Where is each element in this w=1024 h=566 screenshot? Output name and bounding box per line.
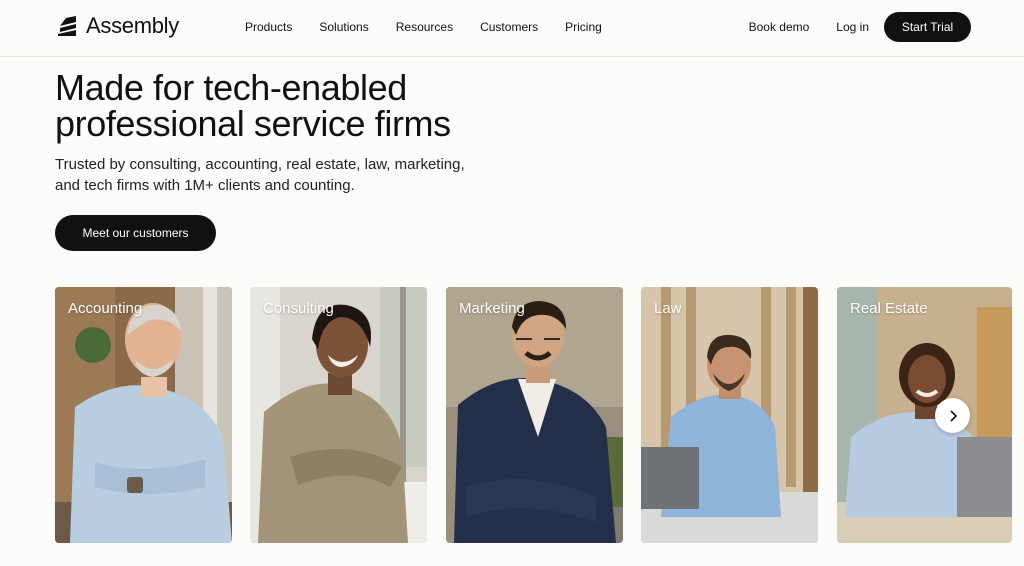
- nav-actions: Book demo Log in Start Trial: [749, 12, 971, 42]
- accounting-photo: [55, 287, 232, 543]
- book-demo-link[interactable]: Book demo: [749, 20, 810, 34]
- nav-link-products[interactable]: Products: [245, 20, 292, 34]
- card-consulting[interactable]: Consulting: [250, 287, 427, 543]
- hero-subtitle-line-2: and tech firms with 1M+ clients and coun…: [55, 177, 355, 194]
- consulting-photo: [250, 287, 427, 543]
- nav-link-pricing[interactable]: Pricing: [565, 20, 602, 34]
- carousel-next-button[interactable]: [935, 398, 970, 433]
- nav-link-resources[interactable]: Resources: [396, 20, 453, 34]
- card-label-consulting: Consulting: [263, 300, 334, 317]
- assembly-logo[interactable]: Assembly: [56, 13, 179, 39]
- card-accounting[interactable]: Accounting: [55, 287, 232, 543]
- real-estate-photo: [837, 287, 1012, 543]
- log-in-link[interactable]: Log in: [836, 20, 869, 34]
- chevron-right-icon: [949, 409, 957, 422]
- law-photo: [641, 287, 818, 543]
- start-trial-button[interactable]: Start Trial: [884, 12, 971, 42]
- top-navigation: Assembly Products Solutions Resources Cu…: [0, 0, 1024, 57]
- card-label-marketing: Marketing: [459, 300, 525, 317]
- main-nav: Products Solutions Resources Customers P…: [245, 20, 629, 34]
- hero-title-line-1: Made for tech-enabled: [55, 67, 407, 108]
- assembly-logo-icon: [58, 16, 76, 36]
- hero-title: Made for tech-enabled professional servi…: [55, 70, 575, 142]
- hero-subtitle: Trusted by consulting, accounting, real …: [55, 154, 525, 196]
- marketing-photo: [446, 287, 623, 543]
- card-label-law: Law: [654, 300, 682, 317]
- nav-link-customers[interactable]: Customers: [480, 20, 538, 34]
- card-marketing[interactable]: Marketing: [446, 287, 623, 543]
- card-label-real-estate: Real Estate: [850, 300, 928, 317]
- brand-name: Assembly: [86, 13, 179, 38]
- hero-subtitle-line-1: Trusted by consulting, accounting, real …: [55, 156, 465, 173]
- hero-title-line-2: professional service firms: [55, 103, 451, 144]
- card-law[interactable]: Law: [641, 287, 818, 543]
- card-real-estate[interactable]: Real Estate: [837, 287, 1012, 543]
- nav-link-solutions[interactable]: Solutions: [319, 20, 368, 34]
- meet-our-customers-button[interactable]: Meet our customers: [55, 215, 216, 251]
- card-label-accounting: Accounting: [68, 300, 143, 317]
